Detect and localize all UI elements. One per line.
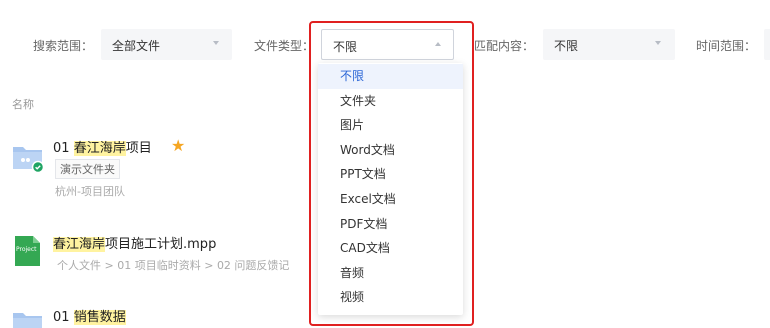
file-type-dropdown-menu: 不限 文件夹 图片 Word文档 PPT文档 Excel文档 PDF文档 CAD… <box>318 63 463 315</box>
dropdown-option-audio[interactable]: 音频 <box>318 261 463 286</box>
time-range-select[interactable] <box>764 29 770 60</box>
file-type-label: 文件类型： <box>254 39 315 53</box>
project-file-icon: Project <box>13 235 41 267</box>
breadcrumb-separator: > <box>104 259 114 272</box>
search-scope-label: 搜索范围： <box>33 39 94 53</box>
file-name[interactable]: 01 春江海岸项目 <box>53 137 152 156</box>
chevron-up-icon <box>435 42 441 46</box>
file-name[interactable]: 春江海岸项目施工计划.mpp <box>53 233 216 252</box>
star-icon[interactable]: ★ <box>171 136 185 155</box>
dropdown-option-folder[interactable]: 文件夹 <box>318 89 463 114</box>
column-header-name: 名称 <box>12 98 34 111</box>
search-highlight: 春江海岸 <box>53 237 106 252</box>
breadcrumb-item[interactable]: 02 问题反馈记 <box>217 259 290 272</box>
dropdown-option-any[interactable]: 不限 <box>318 64 463 89</box>
dropdown-option-video[interactable]: 视频 <box>318 285 463 310</box>
dropdown-option-word[interactable]: Word文档 <box>318 138 463 163</box>
chevron-down-icon <box>213 41 219 45</box>
dropdown-option-excel[interactable]: Excel文档 <box>318 187 463 212</box>
breadcrumb-item[interactable]: 个人文件 <box>57 259 101 272</box>
shared-folder-icon <box>12 143 45 174</box>
search-scope-value: 全部文件 <box>112 39 161 53</box>
dropdown-option-image[interactable]: 图片 <box>318 113 463 138</box>
file-type-select[interactable]: 不限 <box>321 29 454 60</box>
match-content-label: 匹配内容： <box>474 39 535 53</box>
breadcrumb-separator: > <box>204 259 214 272</box>
file-name[interactable]: 01 销售数据 <box>53 306 126 325</box>
folder-icon <box>12 309 44 328</box>
search-scope-select[interactable]: 全部文件 <box>101 29 232 60</box>
dropdown-option-cad[interactable]: CAD文档 <box>318 236 463 261</box>
dropdown-option-pdf[interactable]: PDF文档 <box>318 212 463 237</box>
chevron-down-icon <box>655 41 661 45</box>
breadcrumb-item[interactable]: 01 项目临时资料 <box>117 259 201 272</box>
match-content-value: 不限 <box>554 39 579 53</box>
match-content-select[interactable]: 不限 <box>543 29 675 60</box>
file-meta: 杭州-项目团队 <box>55 185 125 198</box>
time-range-label: 时间范围： <box>696 39 757 53</box>
search-highlight: 销售数据 <box>73 310 126 325</box>
file-type-value: 不限 <box>333 40 358 54</box>
folder-tag: 演示文件夹 <box>55 159 120 179</box>
search-highlight: 春江海岸 <box>73 141 126 156</box>
file-path-breadcrumb: 个人文件 > 01 项目临时资料 > 02 问题反馈记 <box>57 257 289 273</box>
dropdown-option-ppt[interactable]: PPT文档 <box>318 162 463 187</box>
